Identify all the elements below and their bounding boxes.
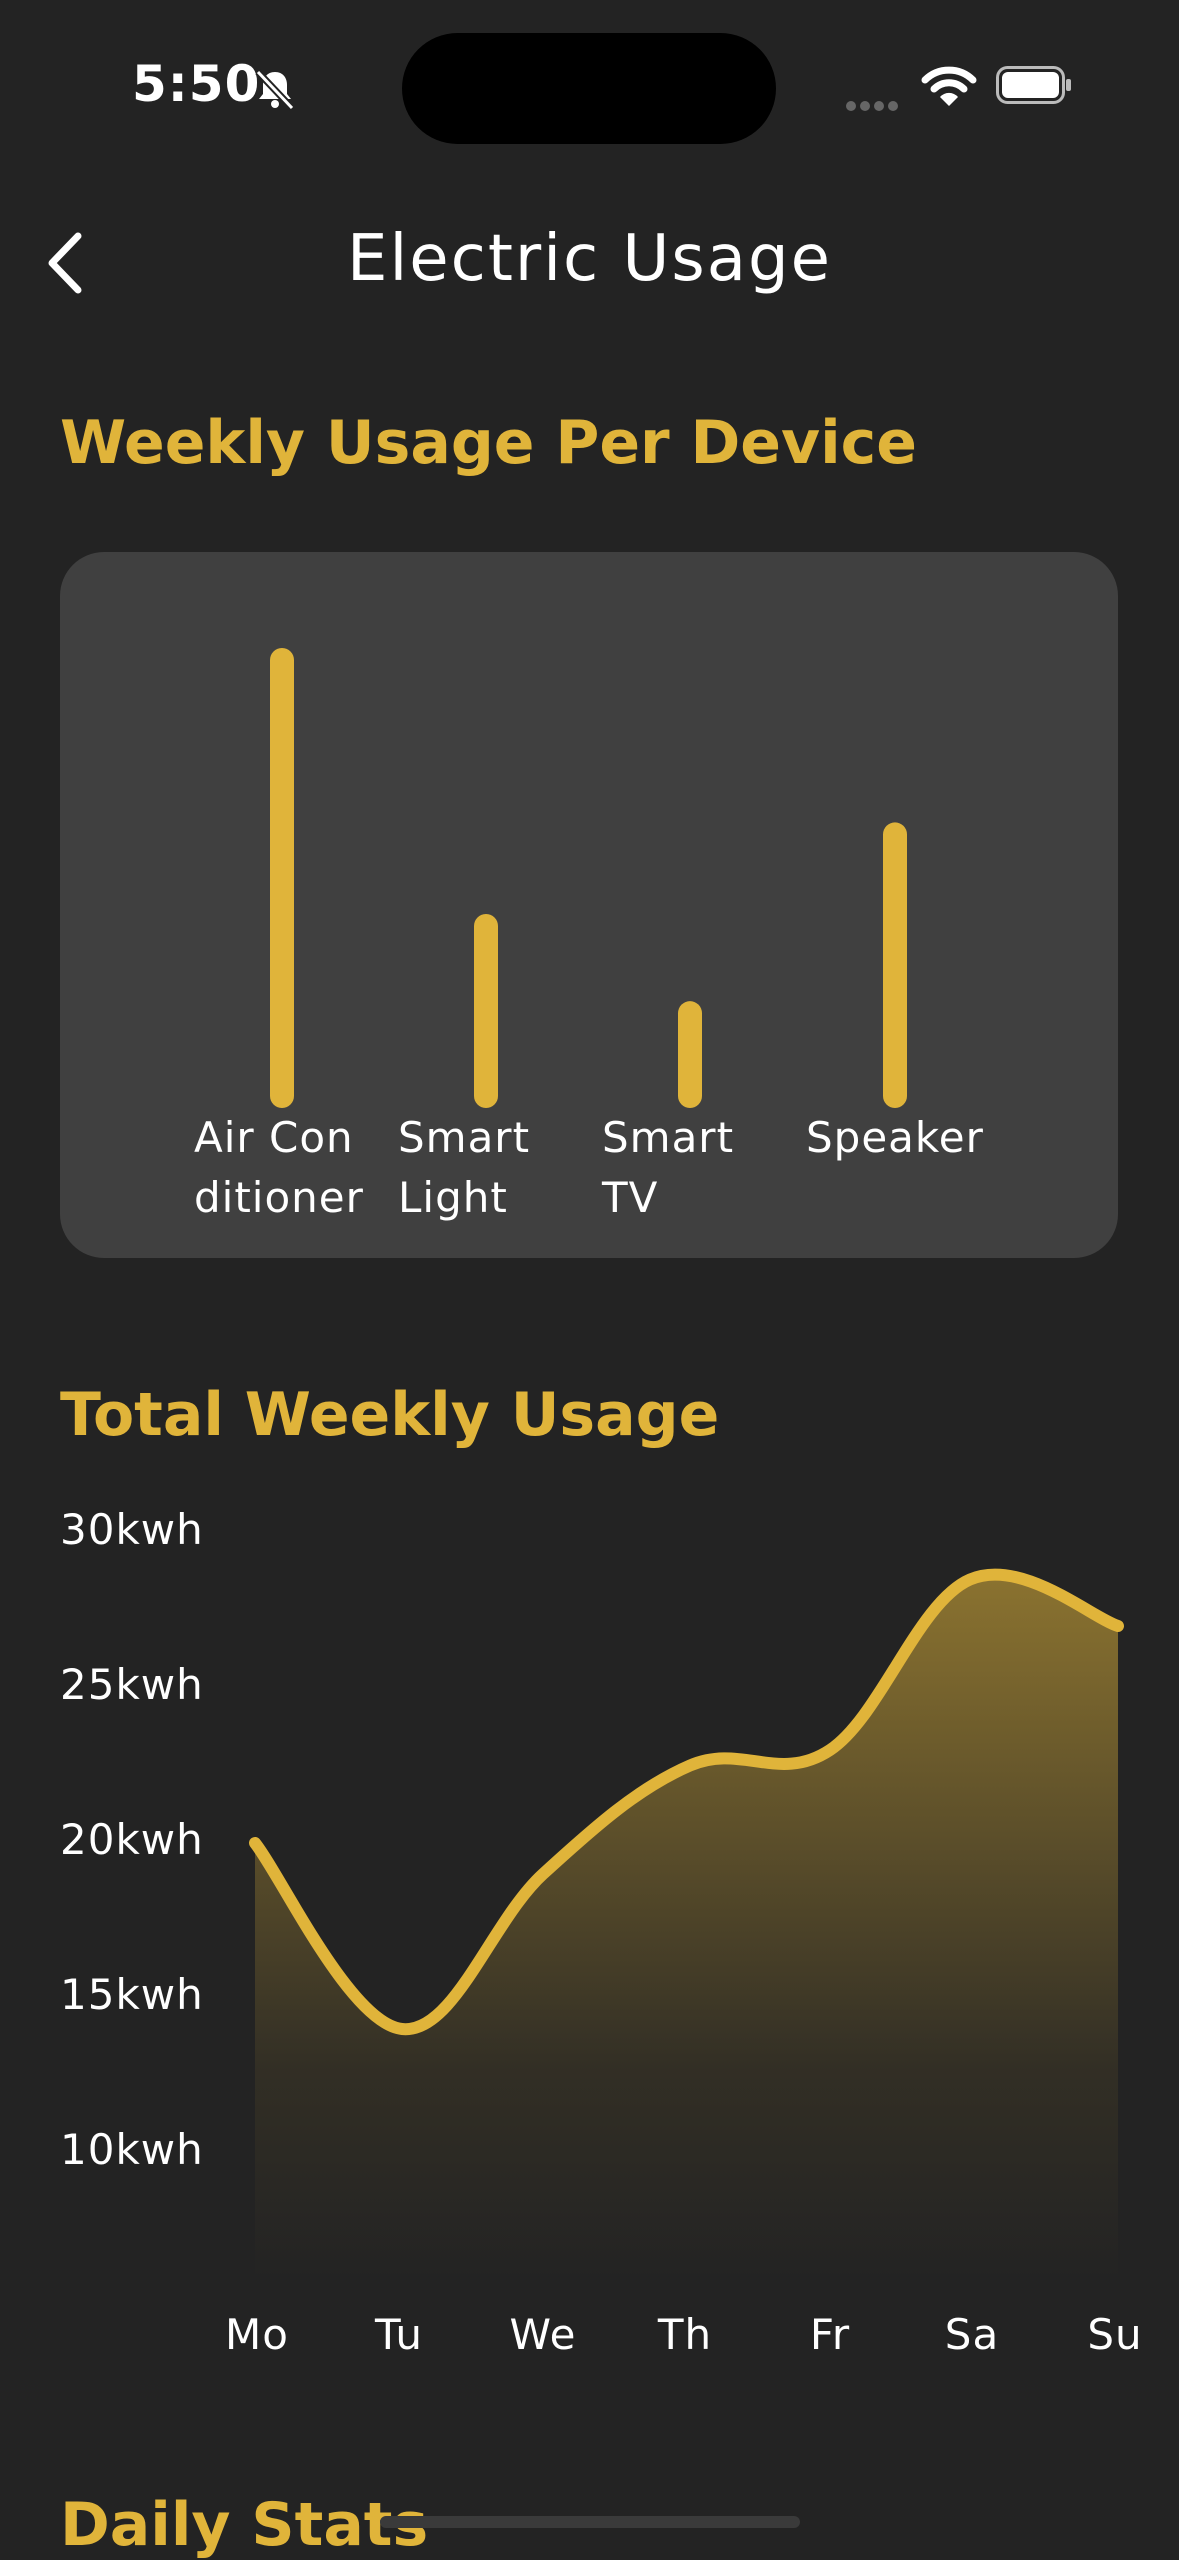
total-usage-area-chart (249, 1568, 1124, 2280)
dynamic-island (402, 33, 776, 144)
x-tick-label: Su (1087, 2310, 1143, 2359)
section-title-total: Total Weekly Usage (60, 1380, 720, 1450)
page-title: Electric Usage (347, 222, 832, 296)
bar-label-line: TV (602, 1173, 659, 1222)
x-tick-label: Mo (225, 2310, 289, 2359)
section-title-per-device: Weekly Usage Per Device (60, 408, 917, 478)
x-tick-label: Sa (944, 2310, 1000, 2359)
x-tick-label: Tu (375, 2310, 423, 2359)
bar-label-line: Smart (602, 1113, 735, 1162)
bar-label-line: Smart (398, 1113, 531, 1162)
bell-slash-icon (255, 69, 295, 111)
bar-label: Air Con ditioner (194, 1108, 364, 1228)
battery-icon (996, 66, 1071, 104)
bar-label: Speaker (806, 1108, 984, 1168)
bar-label-line: Speaker (806, 1113, 984, 1162)
bar-label-line: ditioner (194, 1173, 364, 1222)
area-fill (255, 1574, 1118, 2280)
cellular-icon (846, 96, 902, 115)
bar-label-line: Light (398, 1173, 508, 1222)
bar-label: Smart TV (602, 1108, 734, 1228)
bar-label: Smart Light (398, 1108, 530, 1228)
section-title-daily: Daily Stats (60, 2490, 429, 2560)
wifi-icon (921, 66, 977, 106)
time-text: 5:50 (132, 55, 261, 113)
device-usage-card: Air Con ditioner Smart Light Smart TV Speaker (60, 552, 1118, 1258)
status-time: 5:50 (132, 55, 260, 113)
home-indicator[interactable] (380, 2516, 800, 2528)
x-tick-label: We (509, 2310, 577, 2359)
x-tick-label: Th (657, 2310, 713, 2359)
x-tick-label: Fr (809, 2310, 851, 2359)
bar-label-line: Air Con (194, 1113, 354, 1162)
